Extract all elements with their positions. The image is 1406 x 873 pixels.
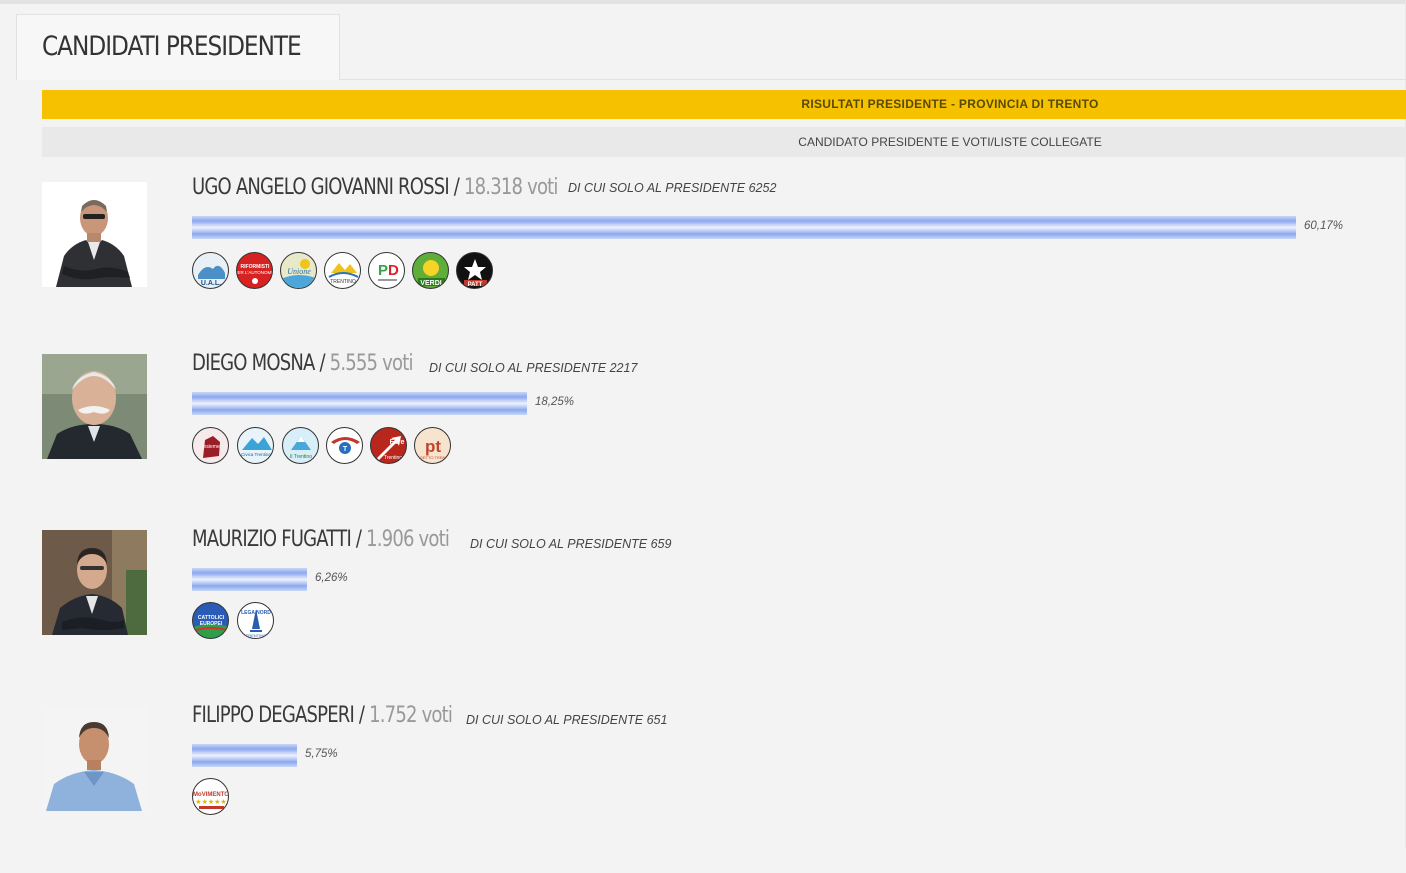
candidate-votes: 1.752 voti [369, 703, 453, 728]
candidate-votes: 5.555 voti [329, 351, 414, 376]
svg-text:LEGA NORD: LEGA NORD [241, 610, 271, 616]
candidate-heading: UGO ANGELO GIOVANNI ROSSI / 18.318 voti [192, 175, 558, 200]
candidate-heading: DIEGO MOSNA / 5.555 voti [192, 351, 413, 376]
candidate-photo-man-mustache [42, 354, 147, 459]
svg-text:D: D [388, 262, 399, 279]
svg-text:★★★★★: ★★★★★ [195, 798, 226, 806]
svg-text:Trentino: Trentino [384, 455, 402, 461]
list-logo-cattolici-europei-uniti-icon[interactable]: CATTOLICI EUROPEI [192, 602, 229, 639]
list-logo-integralita-icon[interactable]: TRENTINO [324, 252, 361, 289]
candidate-heading: FILIPPO DEGASPERI / 1.752 voti [192, 703, 453, 728]
svg-text:VERDI: VERDI [420, 280, 441, 287]
list-logo-fare-trentino-icon[interactable]: Fare Trentino [370, 427, 407, 464]
name-separator: / [351, 527, 367, 552]
candidate-name: FILIPPO DEGASPERI [192, 703, 355, 728]
candidate-heading: MAURIZIO FUGATTI / 1.906 voti [192, 527, 450, 552]
svg-text:EUROPEI: EUROPEI [200, 621, 223, 627]
candidate-name-row: MAURIZIO FUGATTI / 1.906 voti [192, 527, 506, 552]
list-logo-riformisti-icon[interactable]: RIFORMISTIPER L'AUTONOMIA [236, 252, 273, 289]
vote-percent: 60,17% [1304, 220, 1344, 232]
candidate-photo-man-dark-hair [42, 530, 147, 635]
list-logo-movimento-5-stelle-icon[interactable]: MoVIMENTO ★★★★★ [192, 778, 229, 815]
svg-text:PER L'AUTONOMIA: PER L'AUTONOMIA [237, 270, 273, 275]
top-border [0, 0, 1406, 4]
svg-text:TRENTINO: TRENTINO [330, 279, 356, 285]
svg-text:Fare: Fare [390, 439, 405, 446]
list-logo-ual-icon[interactable]: U.A.L. [192, 252, 229, 289]
list-logo-civica-trentina-icon[interactable]: Civica Trentina [237, 427, 274, 464]
tab-baseline [340, 79, 1406, 80]
vote-percent: 6,26% [315, 572, 348, 584]
vote-percent: 5,75% [305, 748, 338, 760]
candidate-name: DIEGO MOSNA [192, 351, 315, 376]
linked-lists: MoVIMENTO ★★★★★ [192, 778, 242, 818]
candidate-votes: 18.318 voti [463, 175, 558, 200]
linked-lists: Insieme Civica Trentina Il Trentino T Fa… [192, 427, 472, 467]
svg-text:pt: pt [425, 437, 441, 456]
results-header-text: RISULTATI PRESIDENTE - PROVINCIA DI TREN… [801, 97, 1099, 111]
list-logo-unione-icon[interactable]: Unione [280, 252, 317, 289]
candidate-name-row: DIEGO MOSNA / 5.555 voti [192, 351, 461, 376]
list-logo-il-trentino-icon[interactable]: Il Trentino [282, 427, 319, 464]
candidate-name: MAURIZIO FUGATTI [192, 527, 352, 552]
list-logo-patt-icon[interactable]: PATT [456, 252, 493, 289]
page-title: CANDIDATI PRESIDENTE [42, 31, 302, 62]
list-logo-verdi-icon[interactable]: VERDI [412, 252, 449, 289]
svg-text:Civica Trentina: Civica Trentina [241, 452, 271, 457]
vote-share-bar [192, 568, 307, 591]
svg-text:MoVIMENTO: MoVIMENTO [193, 792, 229, 798]
candidate-solo-votes: DI CUI SOLO AL PRESIDENTE 6252 [568, 181, 777, 195]
results-subheader-text: CANDIDATO PRESIDENTE E VOTI/LISTE COLLEG… [798, 135, 1102, 149]
svg-text:Unione: Unione [287, 267, 311, 276]
name-separator: / [448, 175, 464, 200]
candidate-solo-votes: DI CUI SOLO AL PRESIDENTE 651 [466, 713, 668, 727]
candidate-row: DIEGO MOSNA / 5.555 voti DI CUI SOLO AL … [0, 351, 1406, 521]
candidate-row: UGO ANGELO GIOVANNI ROSSI / 18.318 voti … [0, 175, 1406, 345]
svg-text:U.A.L.: U.A.L. [201, 280, 221, 287]
svg-text:PATT: PATT [468, 282, 483, 288]
svg-text:T: T [343, 446, 348, 453]
candidate-solo-votes: DI CUI SOLO AL PRESIDENTE 659 [470, 537, 672, 551]
list-logo-progetto-trentino-icon[interactable]: ptPROGETTO TRENTINO [414, 427, 451, 464]
vote-percent: 18,25% [535, 396, 575, 408]
linked-lists: U.A.L. RIFORMISTIPER L'AUTONOMIA Unione … [192, 252, 512, 292]
svg-text:PROGETTO TRENTINO: PROGETTO TRENTINO [415, 455, 451, 460]
list-logo-pd-icon[interactable]: PD [368, 252, 405, 289]
name-separator: / [314, 351, 330, 376]
results-header-bar: RISULTATI PRESIDENTE - PROVINCIA DI TREN… [42, 90, 1406, 119]
vote-share-bar [192, 216, 1296, 239]
svg-text:P: P [378, 262, 388, 279]
list-logo-insieme-icon[interactable]: Insieme [192, 427, 229, 464]
candidate-name-row: FILIPPO DEGASPERI / 1.752 voti [192, 703, 509, 728]
candidate-votes: 1.906 voti [366, 527, 450, 552]
linked-lists: CATTOLICI EUROPEI LEGA NORD TRENTINO [192, 602, 292, 642]
name-separator: / [354, 703, 370, 728]
vote-share-bar [192, 744, 297, 767]
svg-text:Insieme: Insieme [202, 444, 220, 450]
svg-text:Il Trentino: Il Trentino [290, 454, 312, 460]
tab-candidati-presidente[interactable]: CANDIDATI PRESIDENTE [16, 14, 340, 80]
candidate-photo-man-blue-shirt [42, 706, 147, 811]
svg-text:TRENTINO: TRENTINO [246, 633, 266, 638]
list-logo-amministrare-icon[interactable]: T [326, 427, 363, 464]
candidate-photo-man-suit [42, 182, 147, 287]
candidate-row: MAURIZIO FUGATTI / 1.906 voti DI CUI SOL… [0, 527, 1406, 697]
list-logo-lega-nord-icon[interactable]: LEGA NORD TRENTINO [237, 602, 274, 639]
candidate-name: UGO ANGELO GIOVANNI ROSSI [192, 175, 450, 200]
vote-share-bar [192, 392, 527, 415]
candidate-solo-votes: DI CUI SOLO AL PRESIDENTE 2217 [429, 361, 638, 375]
results-subheader-bar: CANDIDATO PRESIDENTE E VOTI/LISTE COLLEG… [42, 127, 1406, 157]
